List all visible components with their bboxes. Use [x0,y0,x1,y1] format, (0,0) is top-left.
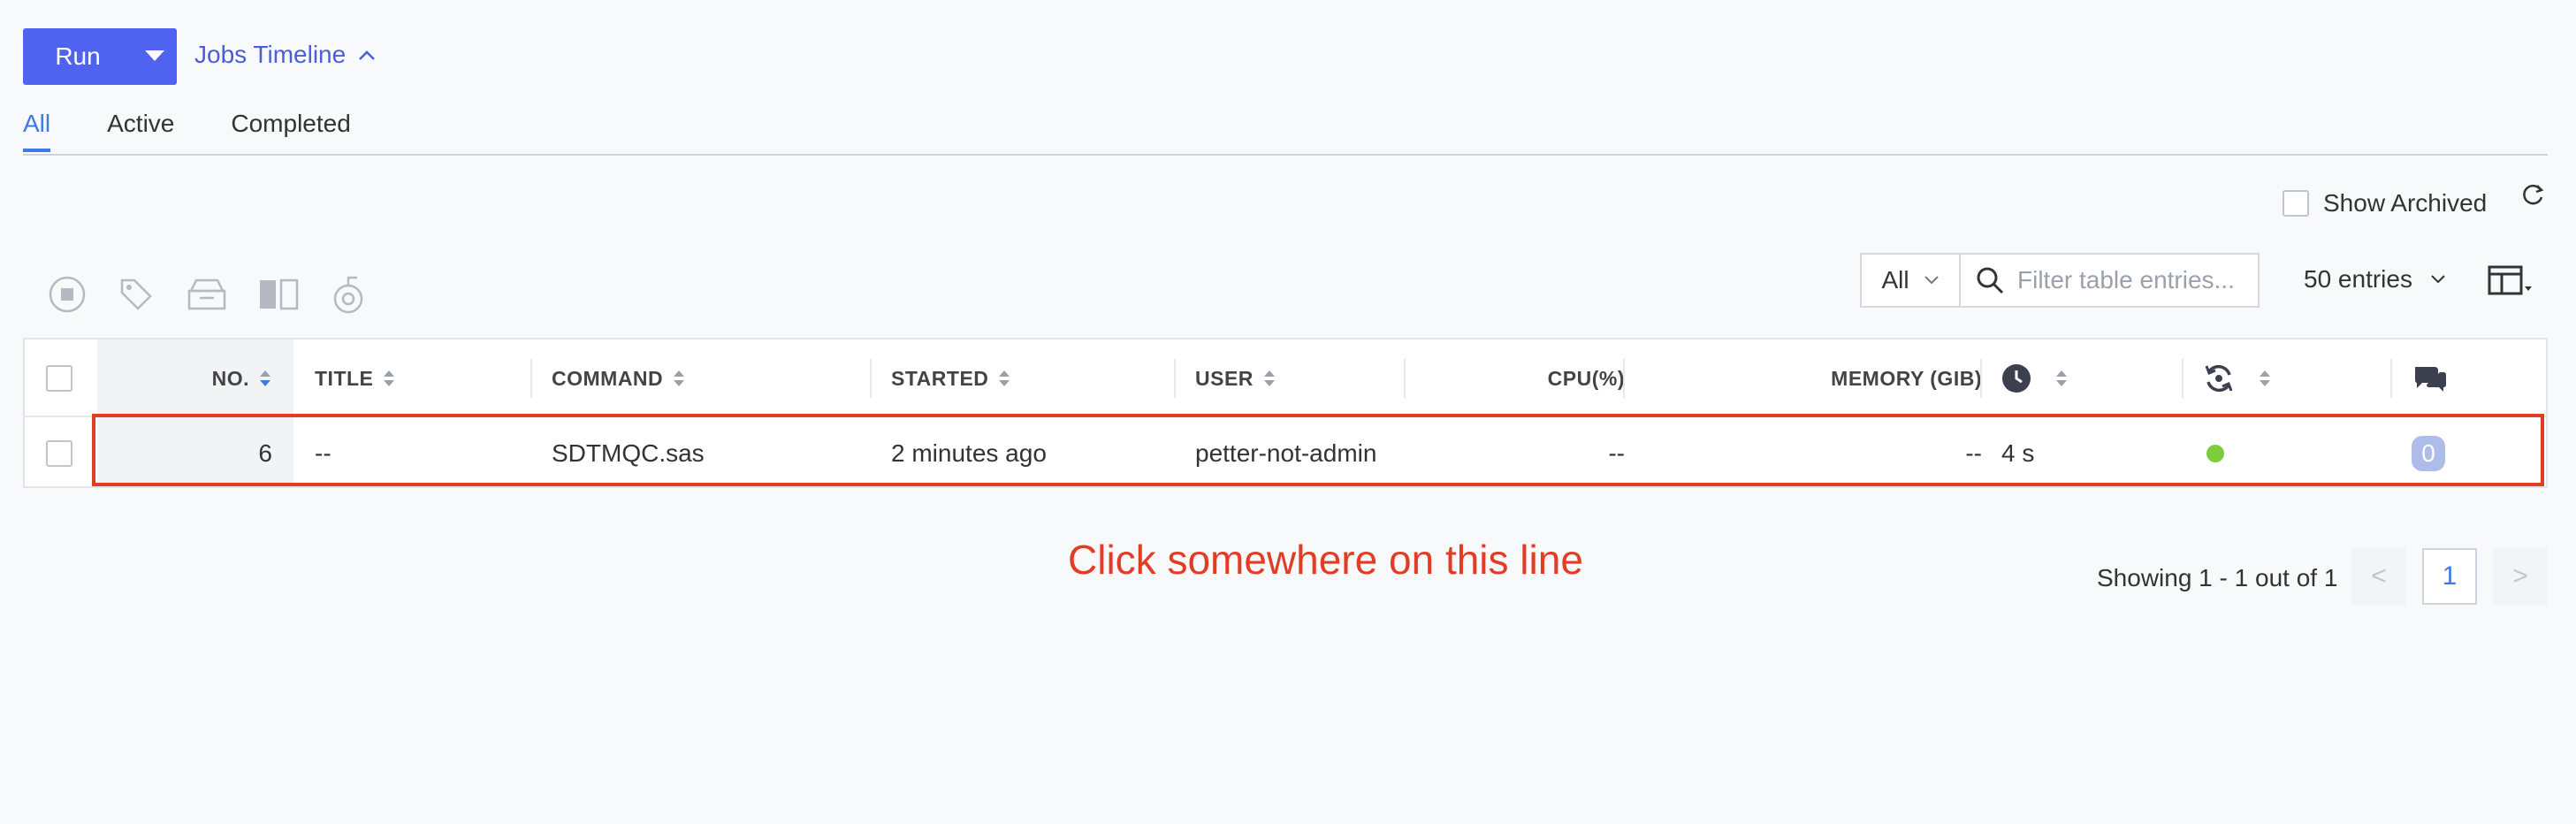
status-sync-icon [2205,364,2233,393]
sort-icon [2260,370,2270,386]
column-picker-button[interactable] [2488,265,2532,301]
tab-active[interactable]: Active [107,110,174,152]
header-comments[interactable] [2412,340,2449,417]
header-memory-label: MEMORY (GIB) [1831,366,1982,390]
filter-search-box[interactable] [1959,253,2260,308]
show-archived-toggle[interactable]: Show Archived [2283,189,2487,217]
caret-down-icon [145,50,164,61]
filter-scope-value: All [1881,266,1909,294]
sort-icon [999,370,1010,386]
sort-icon [384,370,395,386]
header-started-label: STARTED [891,366,989,390]
tabs-divider [23,154,2548,156]
instruction-annotation: Click somewhere on this line [1068,537,1583,583]
run-dropdown-toggle[interactable] [133,28,177,85]
chevron-down-icon [1924,276,1939,285]
column-separator [1174,359,1176,398]
header-memory[interactable]: MEMORY (GIB) [1625,340,1982,417]
sort-icon [1263,370,1275,386]
row-highlight-annotation [92,414,2544,486]
tag-icon[interactable] [117,275,156,314]
pagination-summary: Showing 1 - 1 out of 1 [2097,564,2338,591]
sort-icon [674,370,685,386]
entries-per-page-select[interactable]: 50 entries [2304,265,2446,294]
bulk-actions [48,274,368,315]
filter-search-input[interactable] [2016,265,2258,295]
compare-icon[interactable] [258,277,299,312]
search-icon [1977,267,2004,294]
column-separator [530,359,532,398]
refresh-button[interactable] [2519,182,2546,213]
run-button[interactable]: Run [23,28,133,85]
archive-icon[interactable] [186,275,228,314]
column-separator [870,359,872,398]
header-title-label: TITLE [315,366,374,390]
header-cpu[interactable]: CPU(%) [1404,340,1625,417]
column-separator [1980,359,1982,398]
show-archived-checkbox[interactable] [2283,190,2309,217]
pagination: < 1 > [2351,548,2548,605]
header-user-label: USER [1195,366,1254,390]
clock-icon [2002,364,2031,393]
sort-icon [2056,370,2067,386]
header-no-label: NO. [211,366,249,390]
run-split-button[interactable]: Run [23,28,177,85]
header-duration[interactable] [2001,340,2069,417]
tab-all[interactable]: All [23,110,51,152]
header-started[interactable]: STARTED [891,340,1011,417]
tab-completed[interactable]: Completed [231,110,350,152]
header-title[interactable]: TITLE [315,340,396,417]
comments-icon [2415,367,2446,392]
column-separator [2182,359,2184,398]
header-command-label: COMMAND [552,366,664,390]
jobs-timeline-toggle[interactable]: Jobs Timeline [194,41,376,69]
chevron-down-icon [2431,275,2445,284]
header-no[interactable]: NO. [97,340,293,417]
reset-icon[interactable] [329,274,368,315]
header-user[interactable]: USER [1195,340,1277,417]
page-1-button[interactable]: 1 [2422,548,2477,605]
filter-scope-select[interactable]: All [1860,253,1961,308]
next-page-button[interactable]: > [2493,548,2548,605]
header-command[interactable]: COMMAND [552,340,686,417]
select-all-checkbox[interactable] [46,365,72,392]
entries-label: 50 entries [2304,265,2412,293]
refresh-icon [2523,184,2544,205]
sort-desc-icon [260,370,271,386]
row-select-checkbox[interactable] [46,440,72,467]
header-cpu-label: CPU(%) [1547,366,1625,390]
column-separator [2390,359,2392,398]
stop-icon[interactable] [48,275,87,314]
chevron-up-icon [359,50,376,60]
job-tabs: All Active Completed [23,110,408,152]
show-archived-label: Show Archived [2323,189,2488,217]
header-status[interactable] [2203,340,2272,417]
columns-icon [2488,265,2532,295]
prev-page-button[interactable]: < [2351,548,2406,605]
select-all-cell [46,340,72,417]
row-select-cell [46,417,72,490]
jobs-timeline-label: Jobs Timeline [194,41,347,68]
